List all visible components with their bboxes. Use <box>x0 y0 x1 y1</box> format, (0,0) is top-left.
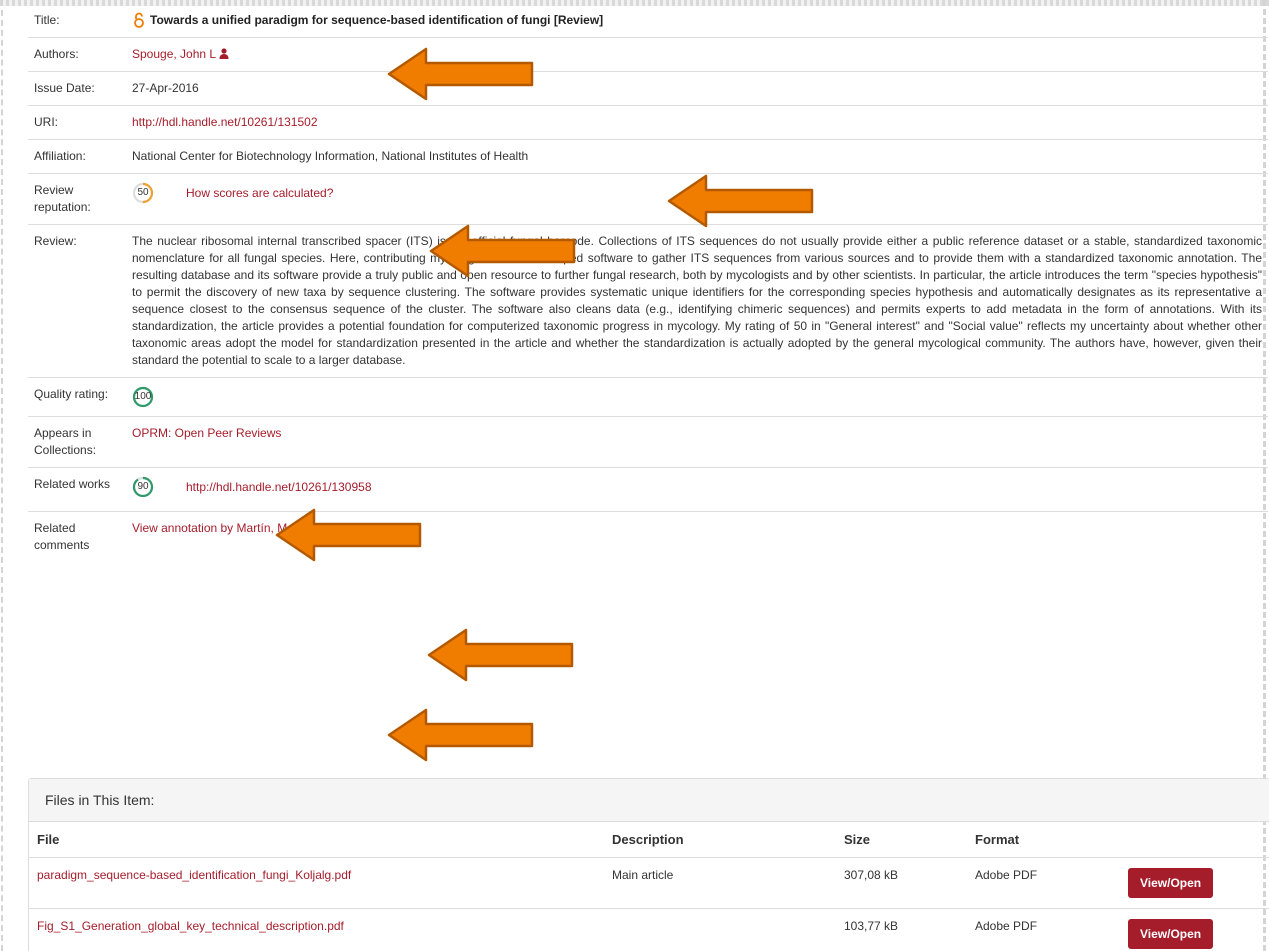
metadata-table: Title: Towards a unified paradigm for se… <box>28 8 1268 562</box>
file-description: Main article <box>604 857 836 909</box>
top-border <box>0 0 1269 6</box>
arrow-related-comments-icon <box>387 708 534 762</box>
collection-link[interactable]: OPRM: Open Peer Reviews <box>132 426 281 440</box>
review-label: Review: <box>28 224 126 378</box>
col-action <box>1120 822 1269 858</box>
file-format: Adobe PDF <box>967 908 1120 951</box>
related-works-label: Related works <box>28 467 126 512</box>
arrow-affiliation-icon <box>667 174 814 228</box>
arrow-authors-icon <box>387 47 534 101</box>
quality-rating-score-badge: 100 <box>132 386 154 408</box>
quality-rating-label: Quality rating: <box>28 377 126 417</box>
view-open-button[interactable]: View/Open <box>1128 868 1214 898</box>
affiliation-label: Affiliation: <box>28 139 126 174</box>
row-related-comments: Related comments View annotation by Mart… <box>28 511 1268 562</box>
authors-label: Authors: <box>28 37 126 72</box>
collections-value: OPRM: Open Peer Reviews <box>126 416 1268 468</box>
related-works-score-badge: 90 <box>132 476 154 498</box>
files-table: File Description Size Format paradigm_se… <box>29 822 1269 951</box>
file-row: Fig_S1_Generation_global_key_technical_d… <box>29 908 1269 951</box>
scores-help-link[interactable]: How scores are calculated? <box>186 185 333 202</box>
open-access-icon <box>134 12 144 28</box>
related-works-value: 90 http://hdl.handle.net/10261/130958 <box>126 467 1268 512</box>
row-title: Title: Towards a unified paradigm for se… <box>28 8 1268 38</box>
title-text: Towards a unified paradigm for sequence-… <box>150 13 604 27</box>
review-text: The nuclear ribosomal internal transcrib… <box>126 224 1268 378</box>
file-description <box>604 908 836 951</box>
row-review-reputation: Review reputation: 50 How scores are cal… <box>28 173 1268 225</box>
row-issue-date: Issue Date: 27-Apr-2016 <box>28 71 1268 106</box>
review-reputation-label: Review reputation: <box>28 173 126 225</box>
left-border <box>1 0 3 951</box>
arrow-quality-rating-icon <box>275 508 422 562</box>
review-reputation-score: 50 <box>137 187 149 198</box>
file-format: Adobe PDF <box>967 857 1120 909</box>
uri-value: http://hdl.handle.net/10261/131502 <box>126 105 1268 140</box>
affiliation-value: National Center for Biotechnology Inform… <box>126 139 1268 174</box>
related-works-link[interactable]: http://hdl.handle.net/10261/130958 <box>186 479 372 496</box>
row-affiliation: Affiliation: National Center for Biotech… <box>28 139 1268 174</box>
col-format: Format <box>967 822 1120 858</box>
issue-date-value: 27-Apr-2016 <box>126 71 1268 106</box>
quality-rating-value: 100 <box>126 377 1268 417</box>
files-header-row: File Description Size Format <box>29 822 1269 858</box>
uri-link[interactable]: http://hdl.handle.net/10261/131502 <box>132 115 318 129</box>
review-reputation-score-badge: 50 <box>132 182 154 204</box>
row-related-works: Related works 90 http://hdl.handle.net/1… <box>28 467 1268 512</box>
authors-value: Spouge, John L <box>126 37 1268 72</box>
files-panel: Files in This Item: File Description Siz… <box>28 778 1269 951</box>
file-size: 307,08 kB <box>836 857 967 909</box>
col-size: Size <box>836 822 967 858</box>
files-heading: Files in This Item: <box>29 779 1269 822</box>
arrow-review-reputation-icon <box>429 224 576 278</box>
row-review: Review: The nuclear ribosomal internal t… <box>28 224 1268 378</box>
row-collections: Appears in Collections: OPRM: Open Peer … <box>28 416 1268 468</box>
author-link[interactable]: Spouge, John L <box>132 47 216 61</box>
file-link[interactable]: Fig_S1_Generation_global_key_technical_d… <box>37 919 344 933</box>
file-size: 103,77 kB <box>836 908 967 951</box>
uri-label: URI: <box>28 105 126 140</box>
view-open-button[interactable]: View/Open <box>1128 919 1214 949</box>
quality-rating-score: 100 <box>134 391 152 402</box>
related-comments-label: Related comments <box>28 511 126 562</box>
arrow-related-works-icon <box>427 628 574 682</box>
col-description: Description <box>604 822 836 858</box>
file-row: paradigm_sequence-based_identification_f… <box>29 857 1269 909</box>
issue-date-label: Issue Date: <box>28 71 126 106</box>
collections-label: Appears in Collections: <box>28 416 126 468</box>
row-quality-rating: Quality rating: 100 <box>28 377 1268 417</box>
title-value: Towards a unified paradigm for sequence-… <box>126 8 1268 38</box>
item-record-page: Title: Towards a unified paradigm for se… <box>0 0 1269 951</box>
title-label: Title: <box>34 13 60 27</box>
row-uri: URI: http://hdl.handle.net/10261/131502 <box>28 105 1268 140</box>
related-works-score: 90 <box>137 481 149 492</box>
person-icon[interactable] <box>219 48 229 59</box>
row-authors: Authors: Spouge, John L <box>28 37 1268 72</box>
col-file: File <box>29 822 604 858</box>
file-link[interactable]: paradigm_sequence-based_identification_f… <box>37 868 351 882</box>
